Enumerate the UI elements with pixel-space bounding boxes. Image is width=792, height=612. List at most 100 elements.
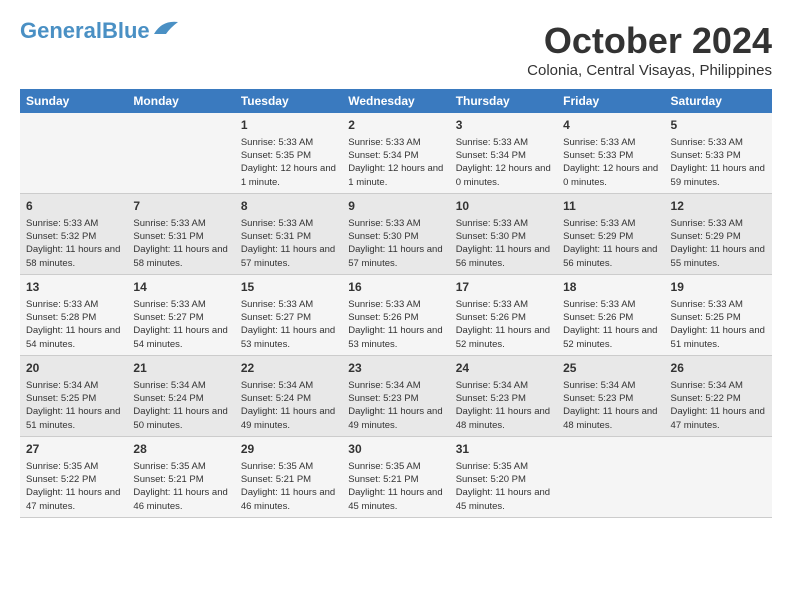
day-number: 14: [133, 279, 228, 296]
day-number: 24: [456, 360, 551, 377]
calendar-week-row: 6Sunrise: 5:33 AM Sunset: 5:32 PM Daylig…: [20, 193, 772, 274]
day-info: Sunrise: 5:33 AM Sunset: 5:26 PM Dayligh…: [456, 298, 551, 351]
calendar-cell: 27Sunrise: 5:35 AM Sunset: 5:22 PM Dayli…: [20, 436, 127, 517]
calendar-week-row: 27Sunrise: 5:35 AM Sunset: 5:22 PM Dayli…: [20, 436, 772, 517]
day-info: Sunrise: 5:33 AM Sunset: 5:30 PM Dayligh…: [348, 217, 443, 270]
day-number: 7: [133, 198, 228, 215]
weekday-header: Tuesday: [235, 89, 342, 113]
calendar-week-row: 1Sunrise: 5:33 AM Sunset: 5:35 PM Daylig…: [20, 113, 772, 193]
day-number: 25: [563, 360, 658, 377]
logo-wing-icon: [152, 18, 180, 36]
day-number: 10: [456, 198, 551, 215]
calendar-cell: 21 Sunrise: 5:34 AM Sunset: 5:24 PM Dayli…: [127, 355, 234, 436]
title-block: October 2024 Colonia, Central Visayas, P…: [527, 20, 772, 79]
day-info: Sunrise: 5:33 AM Sunset: 5:28 PM Dayligh…: [26, 298, 121, 351]
weekday-header-row: SundayMondayTuesdayWednesdayThursdayFrid…: [20, 89, 772, 113]
weekday-header: Wednesday: [342, 89, 449, 113]
day-number: 8: [241, 198, 336, 215]
logo: GeneralBlue: [20, 20, 180, 42]
day-info: Sunrise: 5:33 AM Sunset: 5:26 PM Dayligh…: [563, 298, 658, 351]
calendar-cell: 17 Sunrise: 5:33 AM Sunset: 5:26 PM Dayli…: [450, 274, 557, 355]
day-info: Sunrise: 5:33 AM Sunset: 5:27 PM Dayligh…: [241, 298, 336, 351]
calendar-cell: 10 Sunrise: 5:33 AM Sunset: 5:30 PM Dayli…: [450, 193, 557, 274]
calendar-cell: 30 Sunrise: 5:35 AM Sunset: 5:21 PM Dayli…: [342, 436, 449, 517]
day-number: 2: [348, 117, 443, 134]
day-number: 11: [563, 198, 658, 215]
day-info: Sunrise: 5:33 AM Sunset: 5:33 PM Dayligh…: [671, 136, 766, 189]
calendar-cell: 7 Sunrise: 5:33 AM Sunset: 5:31 PM Daylig…: [127, 193, 234, 274]
day-number: 16: [348, 279, 443, 296]
calendar-cell: 20Sunrise: 5:34 AM Sunset: 5:25 PM Dayli…: [20, 355, 127, 436]
day-info: Sunrise: 5:33 AM Sunset: 5:25 PM Dayligh…: [671, 298, 766, 351]
day-info: Sunrise: 5:33 AM Sunset: 5:30 PM Dayligh…: [456, 217, 551, 270]
day-number: 23: [348, 360, 443, 377]
calendar-cell: [665, 436, 772, 517]
logo-text: GeneralBlue: [20, 20, 150, 42]
day-info: Sunrise: 5:34 AM Sunset: 5:25 PM Dayligh…: [26, 379, 121, 432]
calendar-cell: 12 Sunrise: 5:33 AM Sunset: 5:29 PM Dayli…: [665, 193, 772, 274]
day-number: 31: [456, 441, 551, 458]
calendar-cell: 13 Sunrise: 5:33 AM Sunset: 5:28 PM Dayli…: [20, 274, 127, 355]
calendar-cell: 31Sunrise: 5:35 AM Sunset: 5:20 PM Dayli…: [450, 436, 557, 517]
calendar-cell: 9 Sunrise: 5:33 AM Sunset: 5:30 PM Daylig…: [342, 193, 449, 274]
day-info: Sunrise: 5:33 AM Sunset: 5:32 PM Dayligh…: [26, 217, 121, 270]
location: Colonia, Central Visayas, Philippines: [527, 62, 772, 79]
day-number: 29: [241, 441, 336, 458]
day-info: Sunrise: 5:33 AM Sunset: 5:29 PM Dayligh…: [563, 217, 658, 270]
calendar-cell: 8 Sunrise: 5:33 AM Sunset: 5:31 PM Daylig…: [235, 193, 342, 274]
day-number: 9: [348, 198, 443, 215]
day-info: Sunrise: 5:34 AM Sunset: 5:22 PM Dayligh…: [671, 379, 766, 432]
day-info: Sunrise: 5:33 AM Sunset: 5:31 PM Dayligh…: [241, 217, 336, 270]
weekday-header: Sunday: [20, 89, 127, 113]
day-number: 30: [348, 441, 443, 458]
month-title: October 2024: [527, 20, 772, 62]
day-info: Sunrise: 5:33 AM Sunset: 5:34 PM Dayligh…: [456, 136, 551, 189]
calendar-cell: [557, 436, 664, 517]
calendar-cell: 19 Sunrise: 5:33 AM Sunset: 5:25 PM Dayli…: [665, 274, 772, 355]
calendar-cell: 11 Sunrise: 5:33 AM Sunset: 5:29 PM Dayli…: [557, 193, 664, 274]
calendar-cell: 25Sunrise: 5:34 AM Sunset: 5:23 PM Dayli…: [557, 355, 664, 436]
calendar-cell: [127, 113, 234, 193]
day-info: Sunrise: 5:35 AM Sunset: 5:21 PM Dayligh…: [348, 460, 443, 513]
day-info: Sunrise: 5:33 AM Sunset: 5:26 PM Dayligh…: [348, 298, 443, 351]
calendar-week-row: 20Sunrise: 5:34 AM Sunset: 5:25 PM Dayli…: [20, 355, 772, 436]
day-number: 17: [456, 279, 551, 296]
day-number: 21: [133, 360, 228, 377]
day-number: 4: [563, 117, 658, 134]
day-info: Sunrise: 5:34 AM Sunset: 5:24 PM Dayligh…: [133, 379, 228, 432]
day-info: Sunrise: 5:35 AM Sunset: 5:21 PM Dayligh…: [133, 460, 228, 513]
calendar-week-row: 13 Sunrise: 5:33 AM Sunset: 5:28 PM Dayli…: [20, 274, 772, 355]
calendar-cell: 28 Sunrise: 5:35 AM Sunset: 5:21 PM Dayli…: [127, 436, 234, 517]
day-number: 22: [241, 360, 336, 377]
weekday-header: Monday: [127, 89, 234, 113]
weekday-header: Thursday: [450, 89, 557, 113]
day-info: Sunrise: 5:33 AM Sunset: 5:31 PM Dayligh…: [133, 217, 228, 270]
day-number: 19: [671, 279, 766, 296]
calendar-cell: 24 Sunrise: 5:34 AM Sunset: 5:23 PM Dayli…: [450, 355, 557, 436]
day-info: Sunrise: 5:34 AM Sunset: 5:23 PM Dayligh…: [456, 379, 551, 432]
calendar-cell: 6Sunrise: 5:33 AM Sunset: 5:32 PM Daylig…: [20, 193, 127, 274]
day-number: 26: [671, 360, 766, 377]
day-number: 13: [26, 279, 121, 296]
day-number: 18: [563, 279, 658, 296]
day-info: Sunrise: 5:33 AM Sunset: 5:35 PM Dayligh…: [241, 136, 336, 189]
day-info: Sunrise: 5:33 AM Sunset: 5:33 PM Dayligh…: [563, 136, 658, 189]
calendar-cell: 15Sunrise: 5:33 AM Sunset: 5:27 PM Dayli…: [235, 274, 342, 355]
calendar-cell: [20, 113, 127, 193]
day-number: 3: [456, 117, 551, 134]
day-info: Sunrise: 5:35 AM Sunset: 5:21 PM Dayligh…: [241, 460, 336, 513]
day-number: 28: [133, 441, 228, 458]
calendar-cell: 16 Sunrise: 5:33 AM Sunset: 5:26 PM Dayli…: [342, 274, 449, 355]
day-number: 12: [671, 198, 766, 215]
day-info: Sunrise: 5:33 AM Sunset: 5:29 PM Dayligh…: [671, 217, 766, 270]
calendar-cell: 5 Sunrise: 5:33 AM Sunset: 5:33 PM Daylig…: [665, 113, 772, 193]
calendar-cell: 18 Sunrise: 5:33 AM Sunset: 5:26 PM Dayli…: [557, 274, 664, 355]
weekday-header: Saturday: [665, 89, 772, 113]
calendar-table: SundayMondayTuesdayWednesdayThursdayFrid…: [20, 89, 772, 518]
day-info: Sunrise: 5:34 AM Sunset: 5:23 PM Dayligh…: [348, 379, 443, 432]
day-number: 5: [671, 117, 766, 134]
calendar-cell: 14Sunrise: 5:33 AM Sunset: 5:27 PM Dayli…: [127, 274, 234, 355]
calendar-cell: 4 Sunrise: 5:33 AM Sunset: 5:33 PM Daylig…: [557, 113, 664, 193]
calendar-cell: 29 Sunrise: 5:35 AM Sunset: 5:21 PM Dayli…: [235, 436, 342, 517]
calendar-cell: 26 Sunrise: 5:34 AM Sunset: 5:22 PM Dayli…: [665, 355, 772, 436]
